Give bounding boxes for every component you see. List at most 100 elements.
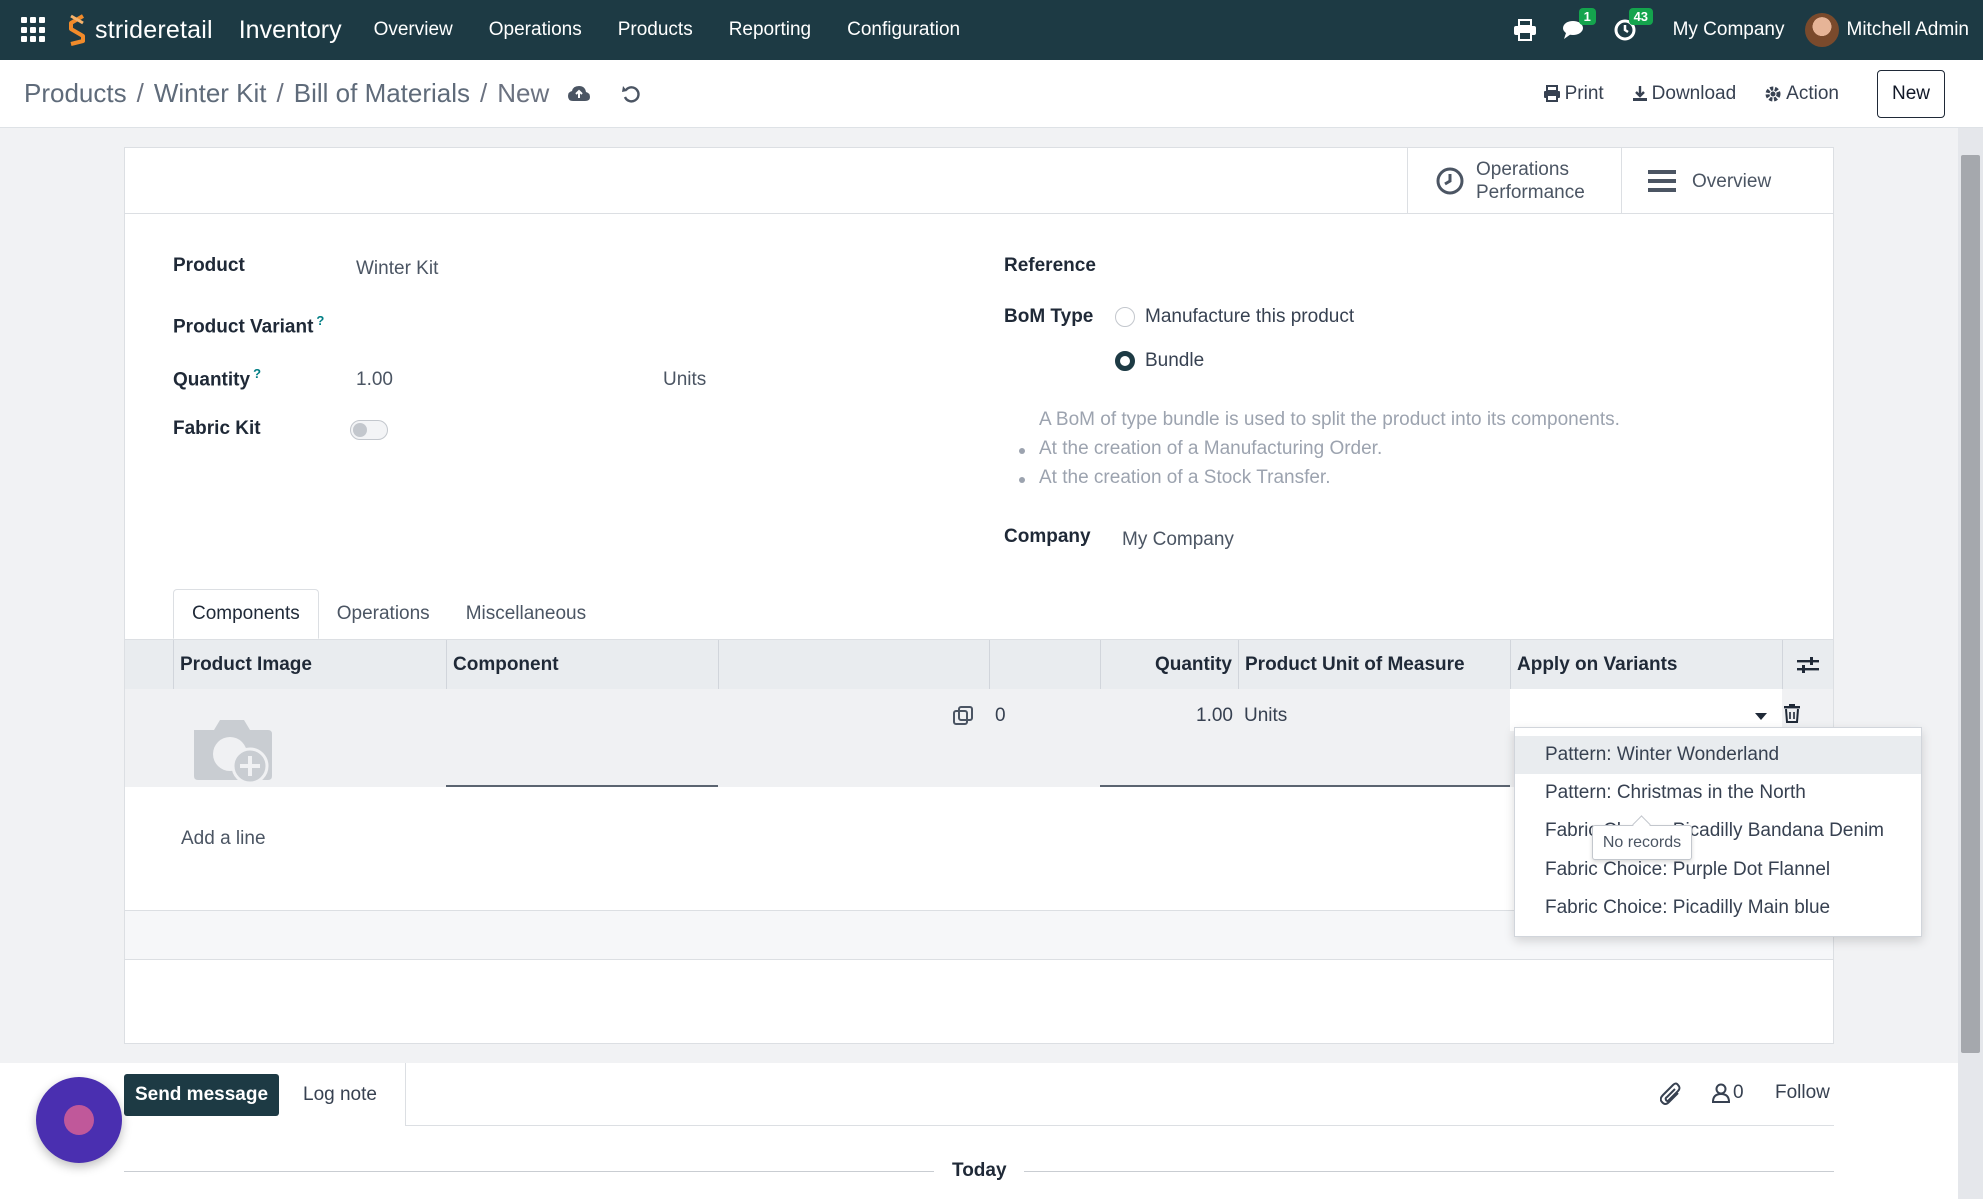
paperclip-icon[interactable]: [1660, 1082, 1682, 1106]
discard-undo-icon[interactable]: [621, 84, 641, 104]
breadcrumb: Products / Winter Kit / Bill of Material…: [24, 78, 549, 109]
today-separator-label: Today: [952, 1160, 1007, 1181]
add-photo-camera-icon[interactable]: [190, 716, 274, 788]
overview-button[interactable]: Overview: [1621, 148, 1833, 214]
column-quantity[interactable]: Quantity: [1100, 640, 1238, 690]
today-divider: [1024, 1171, 1834, 1172]
component-input-underline[interactable]: [446, 785, 718, 787]
action-button[interactable]: Action: [1764, 83, 1839, 105]
messages-badge: 1: [1578, 8, 1596, 25]
trash-icon[interactable]: [1784, 704, 1800, 723]
follow-button[interactable]: Follow: [1775, 1082, 1830, 1104]
menu-reporting[interactable]: Reporting: [711, 19, 829, 41]
user-icon: [1712, 1083, 1730, 1103]
company-field[interactable]: My Company: [1122, 529, 1234, 551]
bom-type-bundle-radio[interactable]: [1115, 351, 1135, 371]
operations-performance-label: Operations Performance: [1476, 158, 1585, 204]
table-divider: [125, 959, 1833, 960]
top-navbar: strideretail Inventory Overview Operatio…: [0, 0, 1983, 60]
new-button[interactable]: New: [1876, 69, 1945, 118]
chatter-divider: [405, 1063, 406, 1126]
quantity-field[interactable]: 1.00: [356, 369, 393, 391]
chat-icon[interactable]: 1: [1561, 8, 1596, 44]
breadcrumb-products[interactable]: Products: [24, 78, 127, 109]
operations-performance-button[interactable]: Operations Performance: [1407, 148, 1621, 214]
app-name[interactable]: Inventory: [239, 16, 342, 45]
bars-icon: [1648, 170, 1676, 192]
user-menu[interactable]: Mitchell Admin: [1847, 19, 1970, 41]
action-label: Action: [1786, 82, 1839, 104]
row-quantity[interactable]: 1.00: [1100, 705, 1233, 727]
column-component[interactable]: Component: [446, 640, 718, 690]
product-variant-field[interactable]: [356, 313, 756, 339]
product-variant-label: Product Variant?: [173, 313, 324, 338]
dropdown-option[interactable]: Pattern: Christmas in the North: [1515, 774, 1921, 812]
activity-clock-icon[interactable]: 43: [1611, 8, 1654, 44]
download-button[interactable]: Download: [1632, 83, 1736, 105]
gear-icon: [1765, 86, 1781, 101]
log-note-button[interactable]: Log note: [303, 1084, 377, 1106]
printer-icon[interactable]: [1511, 16, 1539, 44]
bom-type-bundle-label[interactable]: Bundle: [1145, 350, 1204, 372]
chatter-divider: [405, 1125, 1834, 1126]
quantity-uom[interactable]: Units: [663, 369, 706, 391]
bom-help-bullet-2: At the creation of a Stock Transfer.: [1039, 467, 1331, 488]
menu-configuration[interactable]: Configuration: [829, 19, 978, 41]
brand-name: strideretail: [95, 15, 213, 44]
dropdown-option[interactable]: Fabric Choice: Picadilly Bandana Denim: [1515, 812, 1921, 850]
save-cloud-icon[interactable]: [567, 85, 591, 103]
scrollbar-thumb[interactable]: [1961, 155, 1980, 1053]
bom-help-bullet-1: At the creation of a Manufacturing Order…: [1039, 438, 1383, 459]
bom-type-manufacture-label[interactable]: Manufacture this product: [1145, 306, 1354, 328]
chevron-down-icon[interactable]: [1755, 713, 1767, 721]
no-records-tooltip: No records: [1592, 825, 1692, 860]
overview-label: Overview: [1692, 170, 1772, 192]
company-switcher[interactable]: My Company: [1673, 19, 1785, 41]
brand-logo[interactable]: strideretail: [63, 13, 213, 47]
menu-overview[interactable]: Overview: [356, 19, 471, 41]
tab-miscellaneous[interactable]: Miscellaneous: [448, 589, 604, 639]
followers-button[interactable]: 0: [1712, 1082, 1744, 1104]
send-message-button[interactable]: Send message: [124, 1074, 279, 1116]
today-divider: [124, 1171, 934, 1172]
clone-copy-icon[interactable]: [952, 705, 974, 727]
tab-operations[interactable]: Operations: [319, 589, 448, 639]
user-avatar[interactable]: [1804, 13, 1839, 47]
menu-products[interactable]: Products: [600, 19, 711, 41]
help-tooltip-icon[interactable]: ?: [253, 366, 261, 381]
quantity-uom-underline[interactable]: [1100, 785, 1510, 787]
download-icon: [1632, 86, 1647, 101]
product-label: Product: [173, 255, 245, 276]
add-a-line-link[interactable]: Add a line: [181, 828, 266, 850]
product-field[interactable]: Winter Kit: [356, 258, 438, 280]
operations-performance-line2: Performance: [1476, 182, 1585, 203]
print-button[interactable]: Print: [1543, 83, 1604, 105]
dropdown-option[interactable]: Pattern: Winter Wonderland: [1515, 736, 1921, 774]
navbar-systray: 1 43 My Company Mitchell Admin: [1511, 0, 1983, 60]
column-blank-2[interactable]: [989, 640, 1100, 690]
bullet-icon: [1019, 448, 1025, 454]
reference-field[interactable]: [1195, 255, 1695, 281]
breadcrumb-separator: /: [136, 78, 144, 108]
tab-components[interactable]: Components: [173, 589, 319, 639]
row-uom[interactable]: Units: [1244, 705, 1287, 727]
column-blank-1[interactable]: [718, 640, 989, 690]
smart-button-box: Operations Performance Overview: [125, 148, 1833, 214]
dropdown-option[interactable]: Fabric Choice: Picadilly Main blue: [1515, 889, 1921, 927]
print-label: Print: [1564, 82, 1604, 104]
column-apply-on-variants[interactable]: Apply on Variants: [1510, 640, 1782, 690]
menu-operations[interactable]: Operations: [471, 19, 600, 41]
apps-menu-icon[interactable]: [21, 17, 47, 43]
help-tooltip-icon[interactable]: ?: [316, 313, 324, 328]
bullet-icon: [1019, 477, 1025, 483]
column-product-image[interactable]: Product Image: [173, 640, 397, 690]
column-product-uom[interactable]: Product Unit of Measure: [1238, 640, 1510, 690]
apply-on-variants-input[interactable]: [1510, 689, 1782, 731]
bom-type-manufacture-radio[interactable]: [1115, 307, 1135, 327]
optional-columns-toggle[interactable]: [1782, 640, 1833, 690]
breadcrumb-winter-kit[interactable]: Winter Kit: [154, 78, 267, 109]
fabric-kit-toggle[interactable]: [350, 420, 388, 440]
dropdown-option[interactable]: Fabric Choice: Purple Dot Flannel: [1515, 851, 1921, 889]
assistant-bubble-icon[interactable]: [36, 1077, 122, 1163]
breadcrumb-bill-of-materials[interactable]: Bill of Materials: [294, 78, 470, 109]
